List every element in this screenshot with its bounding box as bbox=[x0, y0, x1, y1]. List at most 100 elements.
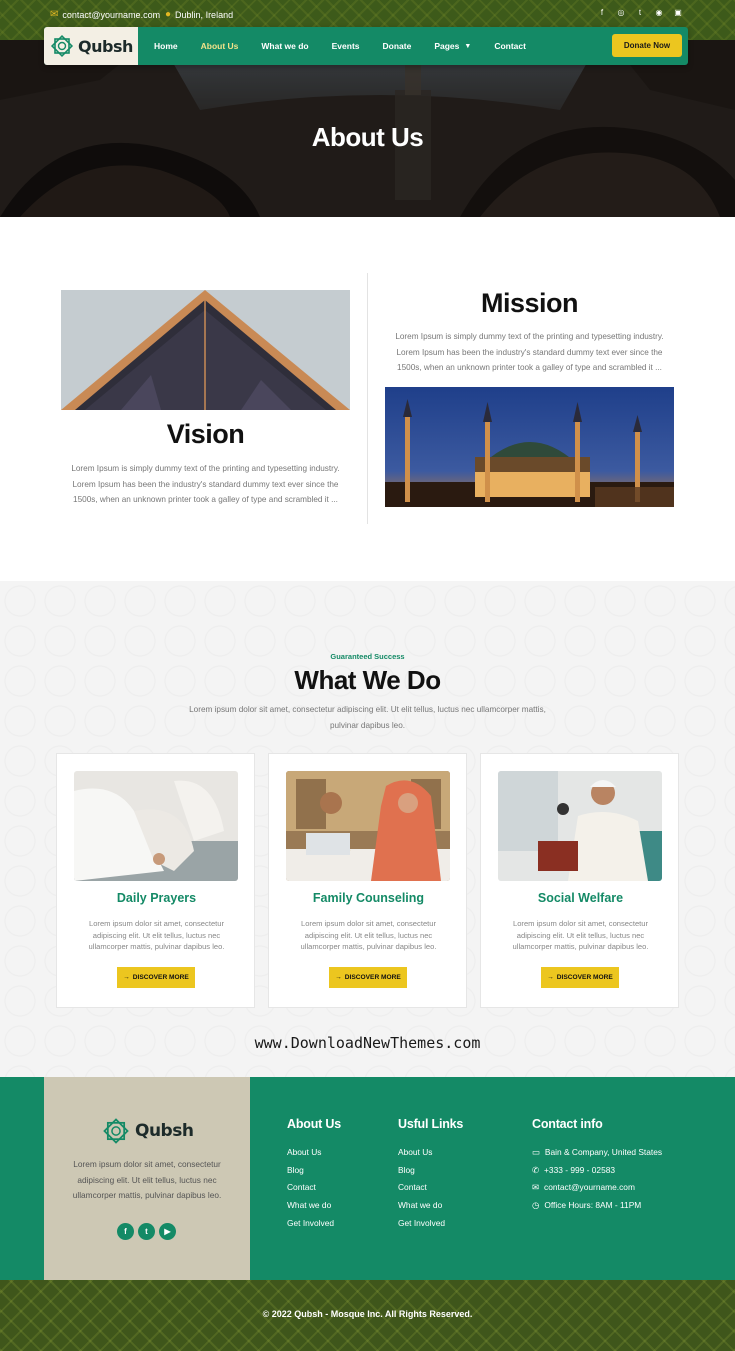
section-intro: Lorem ipsum dolor sit amet, consectetur … bbox=[189, 705, 546, 730]
footer-col-title: About Us bbox=[287, 1117, 341, 1131]
hero-section: ✉ contact@yourname.com ● Dublin, Ireland… bbox=[0, 0, 735, 217]
nav-donate[interactable]: Donate bbox=[383, 41, 412, 51]
nav-about-us[interactable]: About Us bbox=[201, 41, 239, 51]
footer-about-text: Lorem ipsum dolor sit amet, consectetur … bbox=[72, 1159, 222, 1200]
mail-icon: ✉ bbox=[50, 9, 59, 20]
map-pin-icon: ● bbox=[165, 9, 172, 20]
linkedin-icon[interactable]: ▣ bbox=[673, 8, 683, 17]
footer-link[interactable]: What we do bbox=[287, 1196, 341, 1214]
discover-more-button[interactable]: → DISCOVER MORE bbox=[329, 967, 407, 988]
footer-link[interactable]: About Us bbox=[398, 1143, 463, 1161]
discover-more-label: DISCOVER MORE bbox=[344, 974, 401, 981]
instagram-icon[interactable]: ◎ bbox=[616, 8, 626, 17]
nav-events[interactable]: Events bbox=[332, 41, 360, 51]
main-navbar: Qubsh Home About Us What we do Events Do… bbox=[44, 27, 688, 65]
discover-more-label: DISCOVER MORE bbox=[132, 974, 189, 981]
copyright-bar: © 2022 Qubsh - Mosque Inc. All Rights Re… bbox=[0, 1280, 735, 1351]
mission-title: Mission bbox=[480, 288, 579, 318]
daily-prayers-image bbox=[74, 771, 238, 881]
footer-link[interactable]: Get Involved bbox=[398, 1214, 463, 1232]
what-we-do-section: Guaranteed Success What We Do Lorem ipsu… bbox=[0, 581, 735, 1077]
footer-col-title: Usful Links bbox=[398, 1117, 464, 1131]
top-bar: ✉ contact@yourname.com ● Dublin, Ireland… bbox=[0, 0, 735, 28]
contact-hours-text: Office Hours: 8AM - 11PM bbox=[544, 1199, 642, 1210]
arrow-right-icon: → bbox=[123, 974, 130, 981]
footer-col-title: Contact info bbox=[532, 1117, 603, 1131]
copyright-text: © 2022 Qubsh - Mosque Inc. All Rights Re… bbox=[262, 1309, 473, 1319]
discover-more-button[interactable]: → DISCOVER MORE bbox=[541, 967, 619, 988]
footer-about-links: About Us About Us Blog Contact What we d… bbox=[287, 1117, 341, 1231]
brand-logo[interactable]: Qubsh bbox=[44, 27, 138, 65]
mission-text: Lorem Ipsum is simply dummy text of the … bbox=[395, 332, 664, 372]
footer-brand-name: Qubsh bbox=[135, 1121, 194, 1141]
footer-link[interactable]: Blog bbox=[398, 1161, 463, 1179]
watermark-text: www.DownloadNewThemes.com bbox=[254, 1034, 481, 1052]
donate-now-button[interactable]: Donate Now bbox=[612, 34, 682, 57]
card-text: Lorem ipsum dolor sit amet, consectetur … bbox=[512, 919, 649, 951]
contact-address-text: Bain & Company, United States bbox=[544, 1146, 663, 1157]
nav-pages-label: Pages bbox=[434, 41, 460, 51]
contact-phone-text: +333 - 999 - 02583 bbox=[544, 1164, 616, 1175]
phone-icon: ✆ bbox=[532, 1164, 540, 1175]
card-title: Family Counseling bbox=[312, 891, 425, 905]
nav-home[interactable]: Home bbox=[154, 41, 178, 51]
footer-social: f t ▶ bbox=[117, 1223, 176, 1240]
footer-logo[interactable]: Qubsh bbox=[102, 1117, 194, 1145]
nav-contact[interactable]: Contact bbox=[494, 41, 526, 51]
vision-text: Lorem Ipsum is simply dummy text of the … bbox=[71, 464, 340, 504]
social-welfare-image bbox=[498, 771, 662, 881]
youtube-icon[interactable]: ▶ bbox=[159, 1223, 176, 1240]
nav-what-we-do[interactable]: What we do bbox=[261, 41, 308, 51]
whatsapp-icon[interactable]: ◉ bbox=[654, 8, 664, 17]
brand-name: Qubsh bbox=[78, 36, 133, 56]
footer-about: Qubsh Lorem ipsum dolor sit amet, consec… bbox=[44, 1077, 250, 1280]
twitter-icon[interactable]: t bbox=[635, 8, 645, 17]
service-card: Family Counseling Lorem ipsum dolor sit … bbox=[268, 753, 467, 1008]
page-title: About Us bbox=[311, 122, 424, 152]
section-kicker: Guaranteed Success bbox=[330, 652, 405, 661]
contact-email[interactable]: ✉ contact@yourname.com bbox=[532, 1178, 662, 1196]
facebook-icon[interactable]: f bbox=[597, 8, 607, 17]
contact-address: ▭ Bain & Company, United States bbox=[532, 1143, 662, 1161]
footer-link[interactable]: What we do bbox=[398, 1196, 463, 1214]
vision-title: Vision bbox=[166, 419, 245, 449]
twitter-icon[interactable]: t bbox=[138, 1223, 155, 1240]
star-logo-icon bbox=[50, 34, 74, 58]
footer-useful-links: Usful Links About Us Blog Contact What w… bbox=[398, 1117, 463, 1231]
contact-email-text: contact@yourname.com bbox=[544, 1182, 635, 1193]
footer-link[interactable]: Blog bbox=[287, 1161, 341, 1179]
service-card: Social Welfare Lorem ipsum dolor sit ame… bbox=[480, 753, 679, 1008]
facebook-icon[interactable]: f bbox=[117, 1223, 134, 1240]
mission-image bbox=[385, 387, 674, 507]
nav-pages[interactable]: Pages ▼ bbox=[434, 41, 471, 51]
section-divider bbox=[367, 273, 368, 524]
map-icon: ▭ bbox=[532, 1146, 540, 1157]
clock-icon: ◷ bbox=[532, 1199, 540, 1210]
card-title: Daily Prayers bbox=[116, 891, 197, 905]
chevron-down-icon: ▼ bbox=[464, 42, 472, 50]
section-title: What We Do bbox=[294, 665, 441, 695]
footer: Qubsh Lorem ipsum dolor sit amet, consec… bbox=[0, 1077, 735, 1280]
service-card: Daily Prayers Lorem ipsum dolor sit amet… bbox=[56, 753, 255, 1008]
discover-more-button[interactable]: → DISCOVER MORE bbox=[117, 967, 195, 988]
vision-image bbox=[61, 290, 350, 410]
card-text: Lorem ipsum dolor sit amet, consectetur … bbox=[300, 919, 437, 951]
contact-hours: ◷ Office Hours: 8AM - 11PM bbox=[532, 1196, 662, 1214]
footer-link[interactable]: Contact bbox=[398, 1178, 463, 1196]
footer-link[interactable]: Get Involved bbox=[287, 1214, 341, 1232]
contact-phone[interactable]: ✆ +333 - 999 - 02583 bbox=[532, 1161, 662, 1179]
topbar-email-text: contact@yourname.com bbox=[62, 9, 161, 20]
nav-menu: Home About Us What we do Events Donate P… bbox=[154, 27, 549, 65]
footer-link[interactable]: About Us bbox=[287, 1143, 341, 1161]
footer-contact-info: Contact info ▭ Bain & Company, United St… bbox=[532, 1117, 662, 1214]
topbar-location: ● Dublin, Ireland bbox=[165, 9, 233, 20]
topbar-email[interactable]: ✉ contact@yourname.com bbox=[50, 9, 160, 20]
card-title: Social Welfare bbox=[537, 891, 624, 905]
topbar-location-text: Dublin, Ireland bbox=[175, 9, 234, 20]
arrow-right-icon: → bbox=[335, 974, 342, 981]
mail-icon: ✉ bbox=[532, 1182, 540, 1193]
topbar-social: f ◎ t ◉ ▣ bbox=[597, 8, 683, 17]
star-logo-icon bbox=[103, 1118, 129, 1144]
footer-link[interactable]: Contact bbox=[287, 1178, 341, 1196]
discover-more-label: DISCOVER MORE bbox=[556, 974, 613, 981]
